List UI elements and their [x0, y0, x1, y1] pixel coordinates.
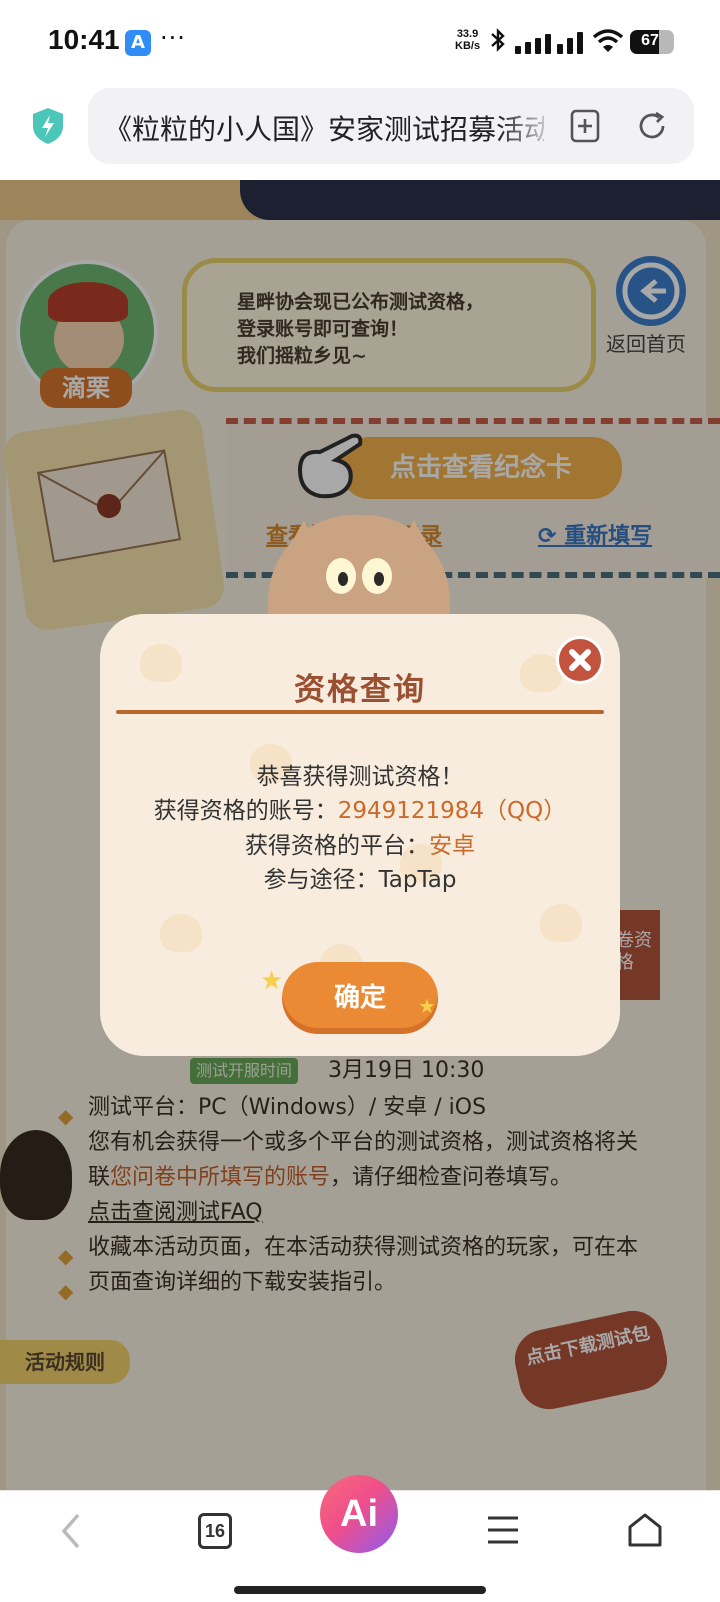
- status-time: 10:41: [48, 24, 120, 55]
- browser-address-bar: 《粒粒的小人国》安家测试招募活动: [0, 84, 720, 180]
- dialog-title: 资格查询: [294, 672, 426, 708]
- status-bar: 10:41 A ··· 33.9 KB/s 67: [0, 0, 720, 84]
- wifi-icon: [592, 28, 624, 54]
- star-icon: ★: [260, 966, 284, 996]
- shield-icon[interactable]: [30, 106, 66, 146]
- net-speed-unit: KB/s: [455, 40, 481, 52]
- star-icon: ★: [418, 994, 436, 1018]
- signal-icon: [515, 32, 587, 54]
- account-row: 获得资格的账号：2949121984（QQ）: [153, 798, 567, 824]
- net-speed: 33.9 KB/s: [455, 28, 480, 52]
- platform-row: 获得资格的平台：安卓: [245, 833, 475, 859]
- ai-assistant-button[interactable]: Ai: [320, 1475, 398, 1553]
- page-title[interactable]: 《粒粒的小人国》安家测试招募活动: [104, 108, 544, 148]
- battery-level: 67: [641, 32, 659, 49]
- confirm-button[interactable]: 确定: [282, 962, 438, 1034]
- more-notifications-icon: ···: [160, 24, 186, 52]
- tabs-button[interactable]: 16: [198, 1513, 232, 1549]
- home-icon[interactable]: [626, 1511, 664, 1549]
- back-arrow-icon[interactable]: [56, 1511, 86, 1551]
- app-store-icon: A: [125, 30, 151, 56]
- dialog-divider: [116, 710, 604, 714]
- qualification-dialog: 资格查询 恭喜获得测试资格！ 获得资格的账号：2949121984（QQ） 获得…: [100, 614, 620, 1056]
- net-speed-value: 33.9: [456, 28, 479, 40]
- bluetooth-icon: [490, 28, 506, 58]
- congrats-text: 恭喜获得测试资格！: [256, 764, 464, 790]
- menu-icon[interactable]: [486, 1513, 520, 1547]
- url-field[interactable]: 《粒粒的小人国》安家测试招募活动: [88, 88, 694, 164]
- close-icon[interactable]: [556, 636, 604, 684]
- reload-icon[interactable]: [634, 108, 670, 144]
- home-indicator[interactable]: [234, 1586, 486, 1594]
- account-value: 2949121984（QQ）: [337, 798, 567, 824]
- battery-indicator: 67: [630, 30, 674, 54]
- channel-row: 参与途径：TapTap: [263, 867, 457, 893]
- add-bookmark-icon[interactable]: [568, 108, 602, 144]
- channel-value: TapTap: [378, 867, 457, 893]
- platform-value: 安卓: [429, 833, 475, 859]
